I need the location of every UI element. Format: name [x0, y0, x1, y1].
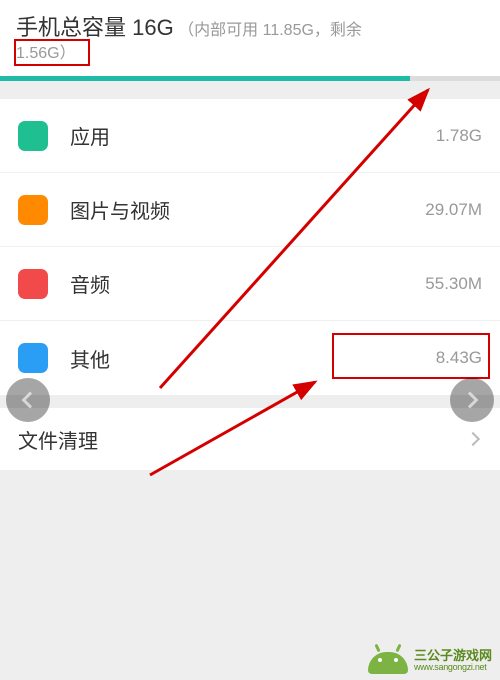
category-value: 8.43G [436, 348, 482, 368]
storage-page: 手机总容量 16G （内部可用 11.85G，剩余 1.56G） [0, 0, 500, 81]
internal-available-value: 11.85G [263, 22, 314, 39]
watermark: 三公子游戏网 www.sangongzi.net [368, 648, 492, 674]
file-cleanup-row[interactable]: 文件清理 [0, 408, 500, 470]
category-label: 其他 [70, 344, 436, 373]
category-row-other[interactable]: 其他 8.43G [0, 321, 500, 395]
audio-icon [18, 269, 48, 299]
other-icon [18, 343, 48, 373]
category-label: 应用 [70, 121, 436, 150]
category-value: 29.07M [425, 200, 482, 220]
watermark-name: 三公子游戏网 [414, 649, 492, 663]
storage-progress-fill [0, 76, 410, 81]
chevron-left-icon [22, 392, 39, 409]
category-row-media[interactable]: 图片与视频 29.07M [0, 173, 500, 247]
category-value: 1.78G [436, 126, 482, 146]
detail-mid: ，剩余 [314, 22, 362, 39]
cleanup-section: 文件清理 [0, 408, 500, 470]
detail-open: （内部可用 [178, 22, 262, 39]
category-row-audio[interactable]: 音频 55.30M [0, 247, 500, 321]
media-icon [18, 195, 48, 225]
android-icon [368, 648, 408, 674]
gallery-prev-button[interactable] [6, 378, 50, 422]
detail-close: ） [60, 42, 76, 66]
category-list: 应用 1.78G 图片与视频 29.07M 音频 55.30M 其他 8.43G [0, 99, 500, 395]
file-cleanup-label: 文件清理 [18, 425, 468, 454]
category-label: 图片与视频 [70, 195, 425, 224]
storage-progress-bar [0, 76, 500, 81]
gallery-next-button[interactable] [450, 378, 494, 422]
total-storage-line: 手机总容量 16G （内部可用 11.85G，剩余 [16, 14, 484, 42]
remaining-value: 1.56G [16, 42, 60, 66]
watermark-url: www.sangongzi.net [414, 663, 492, 673]
watermark-text: 三公子游戏网 www.sangongzi.net [414, 649, 492, 673]
category-value: 55.30M [425, 274, 482, 294]
apps-icon [18, 121, 48, 151]
chevron-right-icon [466, 432, 480, 446]
storage-header: 手机总容量 16G （内部可用 11.85G，剩余 1.56G） [0, 0, 500, 76]
category-label: 音频 [70, 269, 425, 298]
title-prefix: 手机总容量 [16, 15, 132, 40]
category-row-apps[interactable]: 应用 1.78G [0, 99, 500, 173]
total-storage-value: 16G [132, 15, 174, 40]
chevron-right-icon [462, 392, 479, 409]
section-spacer [0, 81, 500, 99]
